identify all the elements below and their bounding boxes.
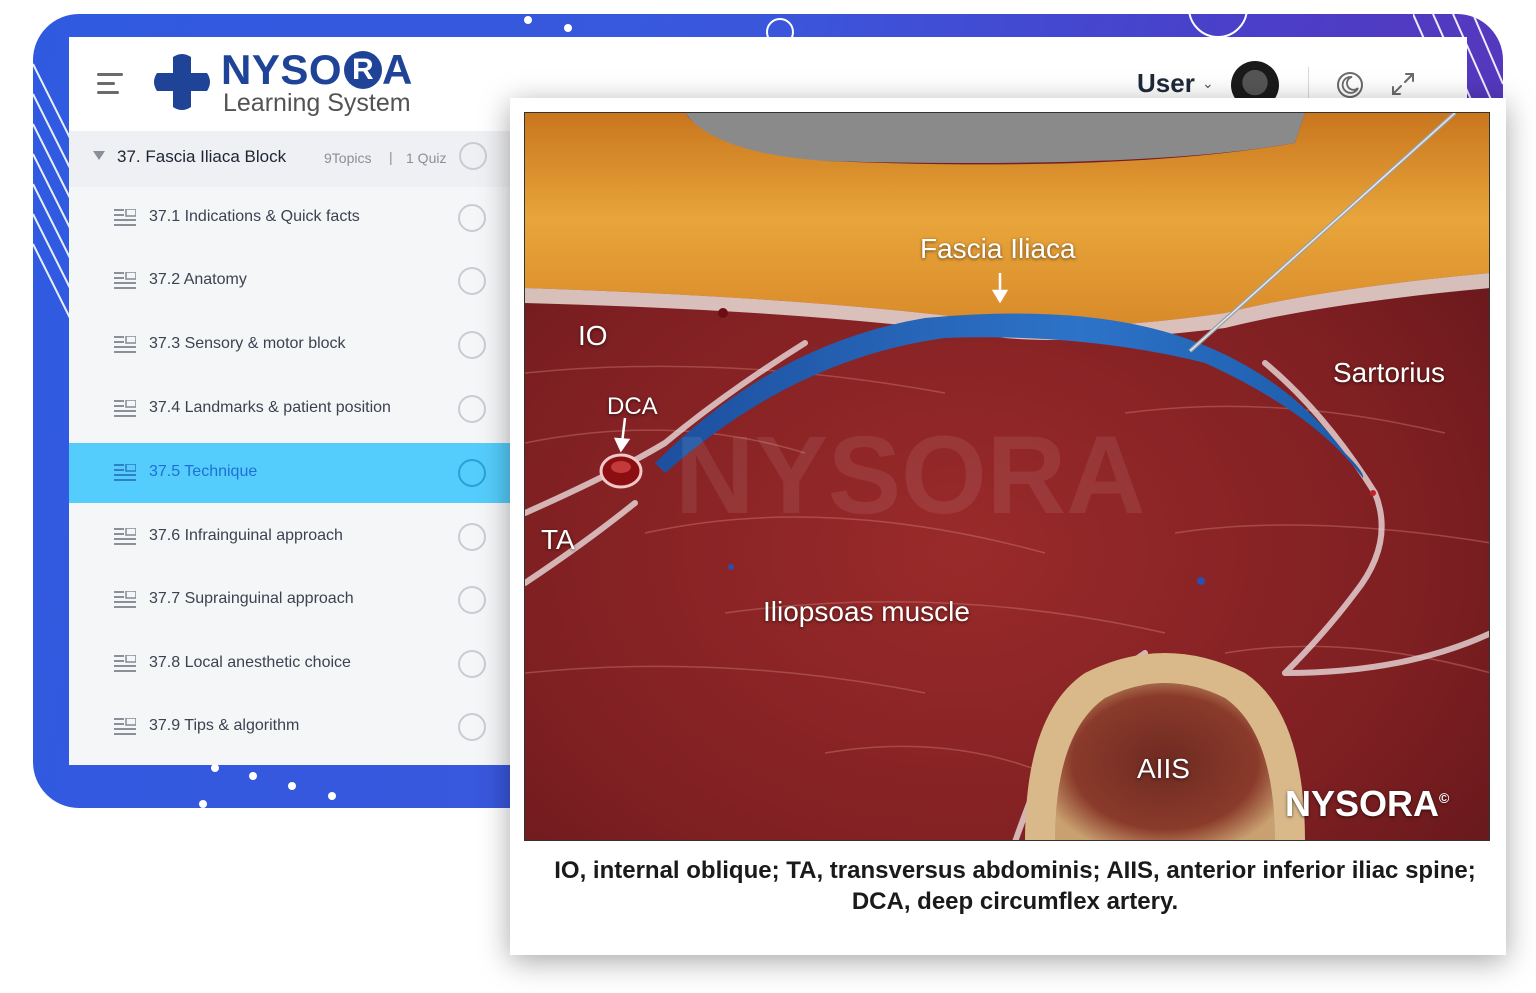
lesson-text-icon — [114, 464, 136, 481]
decorative-dot — [211, 764, 219, 772]
quiz-count: 1 Quiz — [406, 150, 447, 166]
lesson-label: 37.9 Tips & algorithm — [149, 717, 300, 734]
lesson-status-circle — [458, 586, 486, 614]
section-status-circle — [459, 142, 487, 170]
lesson-label: 37.1 Indications & Quick facts — [149, 208, 360, 225]
label-ta: TA — [541, 524, 575, 555]
moon-icon[interactable] — [1335, 70, 1365, 100]
lesson-text-icon — [114, 718, 136, 735]
lesson-text-icon — [114, 655, 136, 672]
lesson-label: 37.6 Infrainguinal approach — [149, 527, 343, 544]
label-iliopsoas: Iliopsoas muscle — [763, 596, 970, 627]
lesson-status-circle — [458, 204, 486, 232]
decorative-dot — [328, 792, 336, 800]
lesson-label: 37.3 Sensory & motor block — [149, 335, 346, 352]
decorative-ring — [1188, 14, 1248, 38]
decorative-dot — [199, 800, 207, 808]
figure-watermark: NYSORA — [675, 414, 1146, 537]
lesson-image-card: NYSORA Fascia Iliaca IO DCA TA Sartorius… — [510, 98, 1506, 955]
label-dca: DCA — [607, 393, 658, 420]
lesson-status-circle — [458, 523, 486, 551]
lesson-text-icon — [114, 272, 136, 289]
cross-logo-icon — [154, 54, 210, 110]
lesson-item[interactable]: 37.8 Local anesthetic choice — [69, 634, 510, 694]
lesson-text-icon — [114, 528, 136, 545]
lesson-item[interactable]: 37.6 Infrainguinal approach — [69, 507, 510, 567]
label-fascia-iliaca: Fascia Iliaca — [920, 233, 1076, 264]
lesson-text-icon — [114, 336, 136, 353]
figure-caption: IO, internal oblique; TA, transversus ab… — [554, 857, 1476, 915]
lesson-item[interactable]: 37.3 Sensory & motor block — [69, 315, 510, 375]
user-menu-label[interactable]: User — [1137, 68, 1195, 99]
figure-brand-logo: NYSORA© — [1285, 783, 1450, 824]
lesson-text-icon — [114, 400, 136, 417]
lesson-text-icon — [114, 209, 136, 226]
label-aiis: AIIS — [1137, 753, 1190, 784]
decorative-dot — [524, 16, 532, 24]
menu-icon[interactable] — [97, 73, 123, 94]
label-io: IO — [578, 320, 608, 351]
lesson-status-circle — [458, 650, 486, 678]
lesson-label: 37.4 Landmarks & patient position — [149, 399, 391, 416]
lesson-text-icon — [114, 591, 136, 608]
lesson-item[interactable]: 37.2 Anatomy — [69, 251, 510, 311]
lesson-label: 37.8 Local anesthetic choice — [149, 654, 351, 671]
brand-subtitle: Learning System — [223, 89, 411, 117]
label-sartorius: Sartorius — [1333, 357, 1446, 388]
anatomy-illustration: NYSORA Fascia Iliaca IO DCA TA Sartorius… — [524, 112, 1490, 841]
decorative-dot — [288, 782, 296, 790]
lesson-status-circle — [458, 395, 486, 423]
meta-separator: | — [389, 149, 393, 165]
lesson-item-active[interactable]: 37.5 Technique — [69, 443, 510, 503]
header-divider — [1308, 67, 1309, 99]
lesson-status-circle — [458, 713, 486, 741]
lesson-label: 37.7 Suprainguinal approach — [149, 590, 354, 607]
lesson-status-circle — [458, 459, 486, 487]
brand-logo[interactable]: NYSO R A Learning System — [153, 49, 433, 119]
chevron-down-icon[interactable]: ⌄ — [1202, 75, 1214, 92]
topics-count: 9Topics — [324, 150, 372, 166]
lesson-item[interactable]: 37.1 Indications & Quick facts — [69, 188, 510, 248]
caret-down-icon[interactable] — [93, 151, 105, 160]
decorative-stripes — [33, 63, 73, 324]
section-header[interactable]: 37. Fascia Iliaca Block 9Topics | 1 Quiz — [69, 131, 510, 187]
lesson-item[interactable]: 37.4 Landmarks & patient position — [69, 379, 510, 439]
section-title: 37. Fascia Iliaca Block — [117, 147, 287, 166]
course-sidebar: 37. Fascia Iliaca Block 9Topics | 1 Quiz… — [69, 131, 510, 765]
decorative-dot — [564, 24, 572, 32]
brand-name: NYSO R A — [221, 46, 413, 93]
lesson-status-circle — [458, 331, 486, 359]
decorative-dot — [249, 772, 257, 780]
expand-icon[interactable] — [1389, 70, 1417, 98]
lesson-item[interactable]: 37.9 Tips & algorithm — [69, 697, 510, 757]
lesson-label: 37.5 Technique — [149, 463, 258, 480]
lesson-label: 37.2 Anatomy — [149, 271, 247, 288]
anatomy-drawing: NYSORA — [525, 113, 1489, 840]
lesson-item[interactable]: 37.7 Suprainguinal approach — [69, 570, 510, 630]
lesson-status-circle — [458, 267, 486, 295]
